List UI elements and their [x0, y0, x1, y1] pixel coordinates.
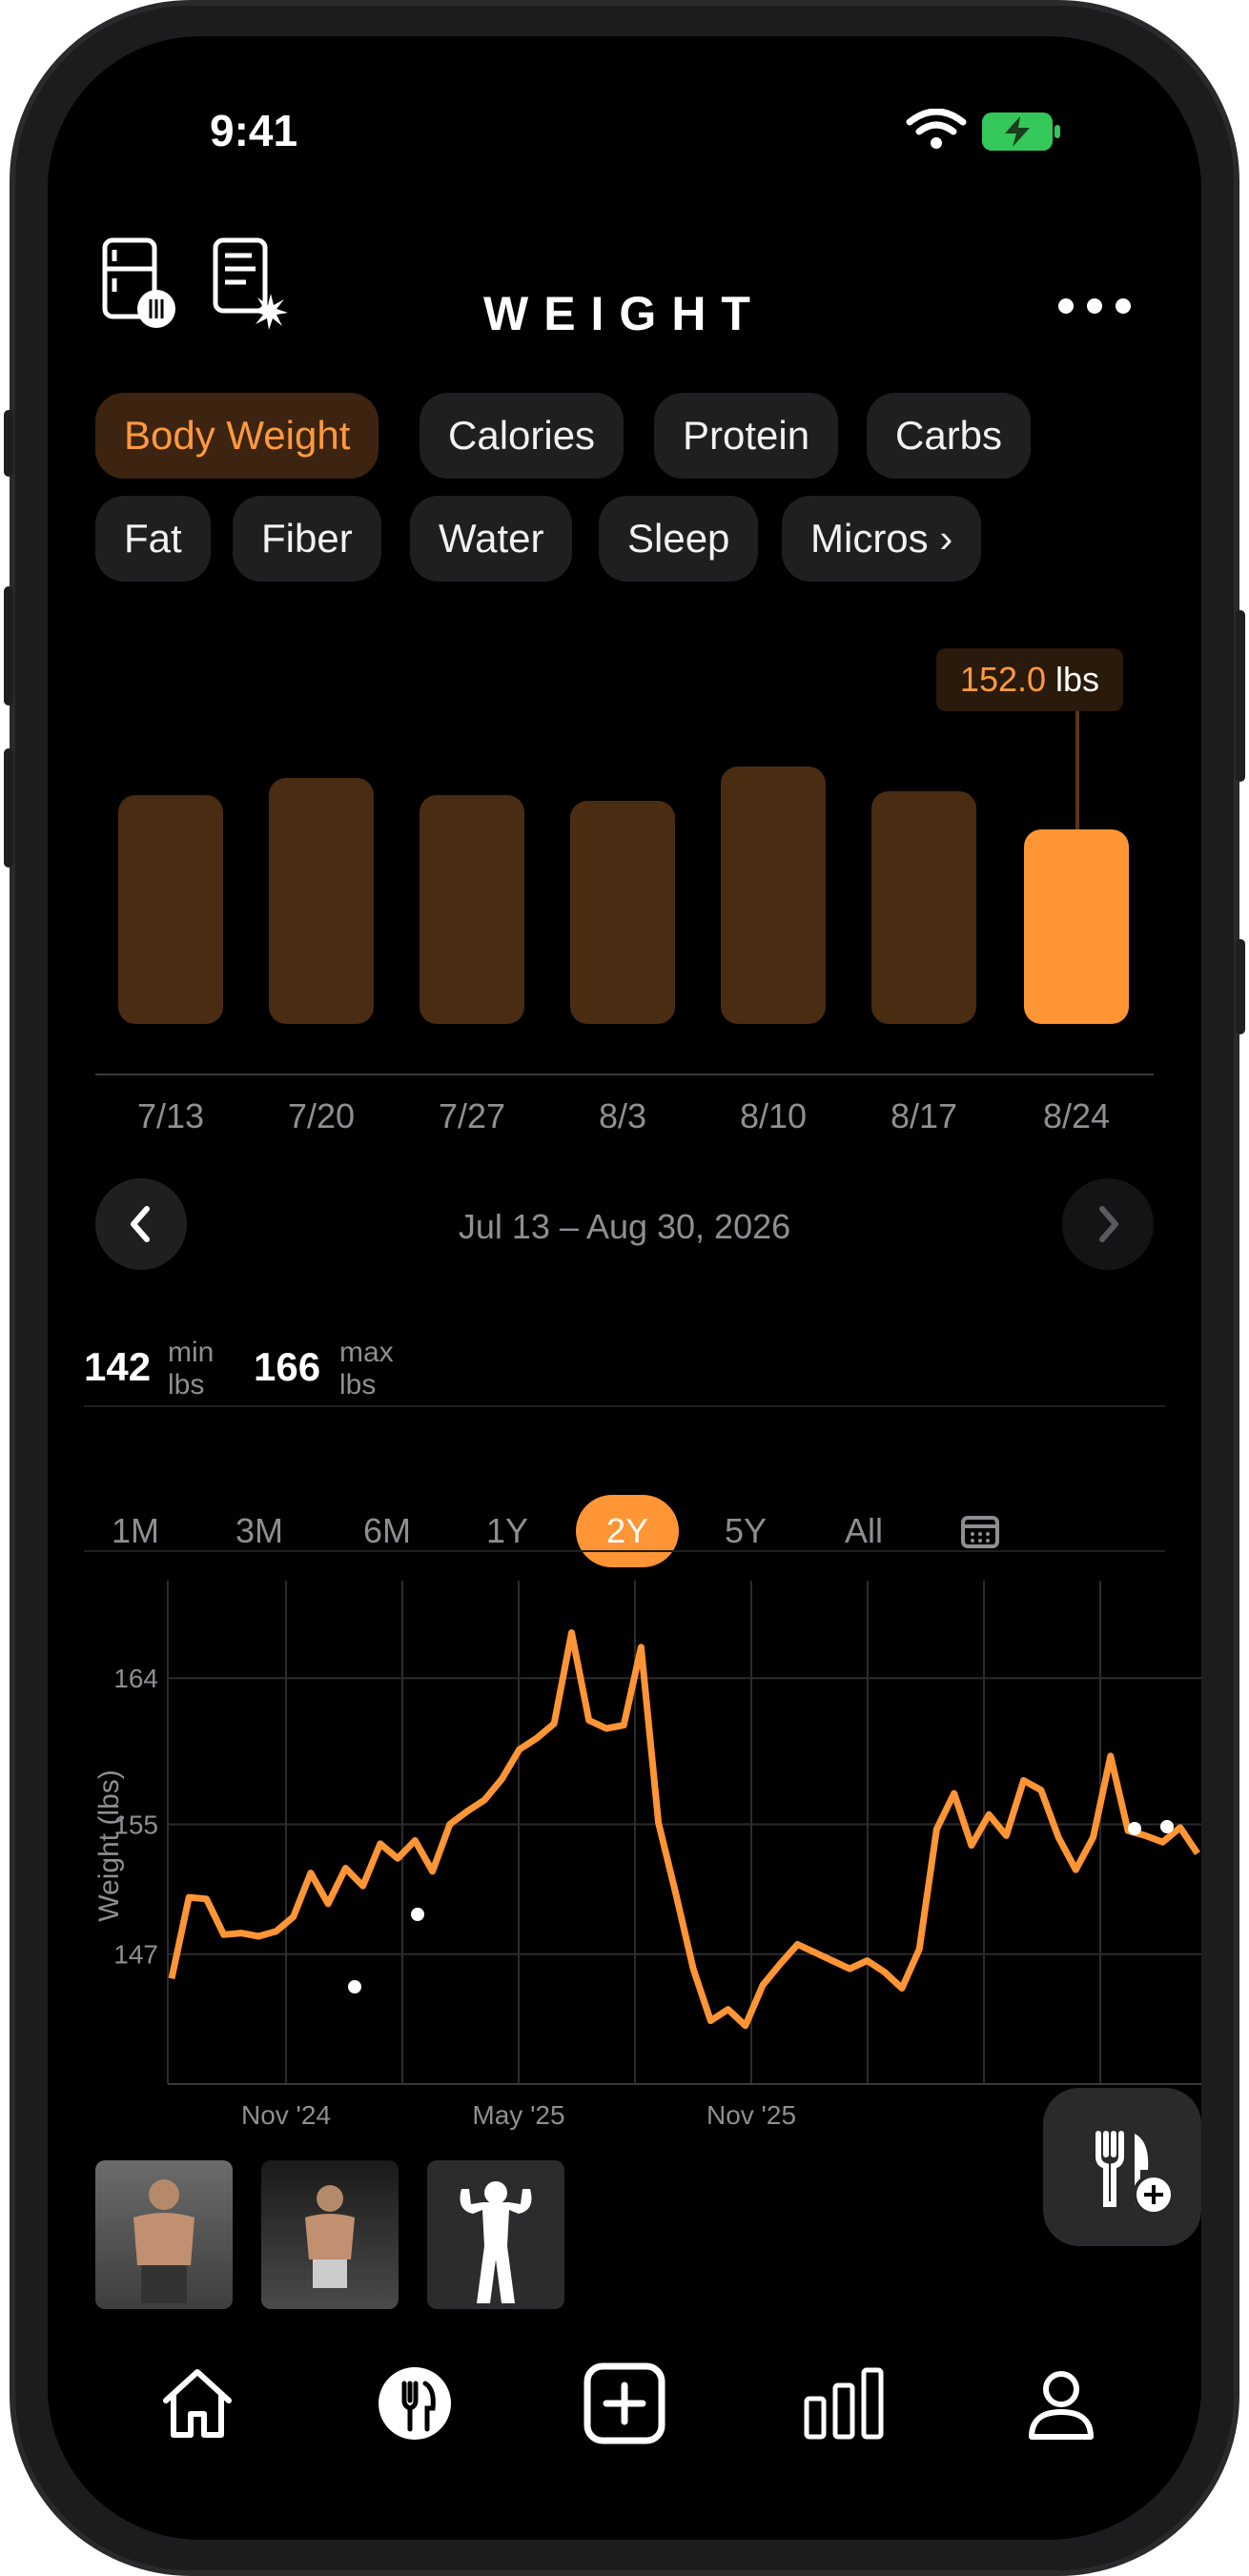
person-photo-thumbnail — [133, 2179, 195, 2303]
phone-side-button — [1236, 939, 1245, 1034]
profile-icon[interactable] — [1018, 2361, 1104, 2446]
min-label: min — [168, 1337, 215, 1368]
phone-side-button — [4, 586, 13, 705]
y-tick-label: 147 — [113, 1940, 158, 1970]
data-point-marker[interactable] — [348, 1980, 361, 1993]
bar-label: 7/20 — [287, 1096, 356, 1135]
status-time: 9:41 — [210, 106, 298, 155]
y-tick-label: 164 — [113, 1664, 158, 1693]
divider — [84, 1550, 1165, 1552]
log-food-button[interactable] — [1043, 2088, 1201, 2246]
max-label: max — [339, 1337, 394, 1368]
phone-side-button — [1236, 610, 1245, 782]
bar-7-20[interactable] — [269, 778, 374, 1024]
tooltip-value: 152.0 — [959, 660, 1047, 699]
phone-side-button — [4, 748, 13, 868]
x-tick-label: Nov '24 — [241, 2100, 331, 2130]
page-title: WEIGHT — [483, 287, 766, 340]
food-log-icon[interactable] — [372, 2361, 458, 2446]
next-range-button[interactable] — [1062, 1178, 1154, 1270]
add-photo-placeholder[interactable] — [427, 2160, 564, 2309]
min-value: 142 — [84, 1344, 152, 1389]
add-entry-icon[interactable] — [582, 2361, 667, 2446]
x-tick-label: Nov '25 — [706, 2100, 796, 2130]
period-6m[interactable]: 6M — [339, 1495, 435, 1567]
chip-body-weight[interactable]: Body Weight — [95, 393, 379, 479]
more-options-icon[interactable] — [1056, 294, 1133, 318]
calendar-icon[interactable] — [961, 1514, 999, 1548]
chevron-right-icon — [1099, 1206, 1118, 1242]
bar-label: 8/3 — [598, 1096, 647, 1135]
period-1m[interactable]: 1M — [88, 1495, 183, 1567]
bar-tooltip: 152.0 lbs — [936, 648, 1123, 711]
fork-knife-add-icon — [1095, 2131, 1175, 2216]
chip-micros[interactable]: Micros › — [782, 496, 982, 582]
data-point-marker[interactable] — [1128, 1822, 1141, 1835]
chip-calories[interactable]: Calories — [420, 393, 624, 479]
stats-bars-icon[interactable] — [801, 2361, 887, 2446]
app-screen: 9:41 WEIGHT Body Weight Calories Protein… — [48, 36, 1201, 2540]
wifi-icon — [906, 109, 967, 149]
y-axis-label: Weight (lbs) — [93, 1769, 125, 1922]
min-unit: lbs — [168, 1369, 205, 1400]
tooltip-unit: lbs — [1055, 660, 1100, 699]
period-3m[interactable]: 3M — [212, 1495, 307, 1567]
chip-protein[interactable]: Protein — [654, 393, 839, 479]
bar-axis — [95, 1073, 1154, 1075]
flexing-body-icon — [460, 2181, 532, 2303]
bar-label: 7/13 — [136, 1096, 205, 1135]
period-1y[interactable]: 1Y — [460, 1495, 555, 1567]
chip-fiber[interactable]: Fiber — [233, 496, 381, 582]
home-icon[interactable] — [154, 2361, 240, 2446]
chip-sleep[interactable]: Sleep — [599, 496, 759, 582]
chip-carbs[interactable]: Carbs — [867, 393, 1032, 479]
progress-photo[interactable] — [261, 2160, 399, 2309]
person-photo-thumbnail — [305, 2185, 355, 2288]
data-point-marker[interactable] — [411, 1908, 424, 1921]
weight-line-chart[interactable]: 164155147Nov '24 May '25 Nov '25 Weight (l… — [84, 1562, 1201, 2134]
bar-label: 8/10 — [739, 1096, 808, 1135]
max-unit: lbs — [339, 1369, 377, 1400]
period-all[interactable]: All — [816, 1495, 911, 1567]
date-range: Jul 13 – Aug 30, 2026 — [458, 1207, 791, 1246]
data-point-marker[interactable] — [1160, 1820, 1174, 1833]
bar-8-10[interactable] — [721, 767, 826, 1024]
bar-7-27[interactable] — [420, 795, 524, 1024]
progress-photo[interactable] — [95, 2160, 233, 2309]
phone-side-button — [4, 410, 13, 477]
weight-series-line — [168, 1629, 1200, 2030]
chip-water[interactable]: Water — [410, 496, 573, 582]
bar-label: 8/17 — [890, 1096, 958, 1135]
bar-label: 7/27 — [438, 1096, 506, 1135]
bar-label: 8/24 — [1042, 1096, 1111, 1135]
battery-charging-icon — [982, 112, 1060, 151]
x-tick-label: May '25 — [472, 2100, 564, 2130]
period-2y[interactable]: 2Y — [576, 1495, 679, 1567]
bar-8-17[interactable] — [871, 791, 976, 1024]
bar-8-3[interactable] — [570, 801, 675, 1024]
divider — [84, 1405, 1165, 1407]
chip-fat[interactable]: Fat — [95, 496, 211, 582]
bar-8-24-selected[interactable] — [1024, 829, 1129, 1024]
max-value: 166 — [254, 1344, 321, 1389]
bar-7-13[interactable] — [118, 795, 223, 1024]
period-5y[interactable]: 5Y — [698, 1495, 793, 1567]
